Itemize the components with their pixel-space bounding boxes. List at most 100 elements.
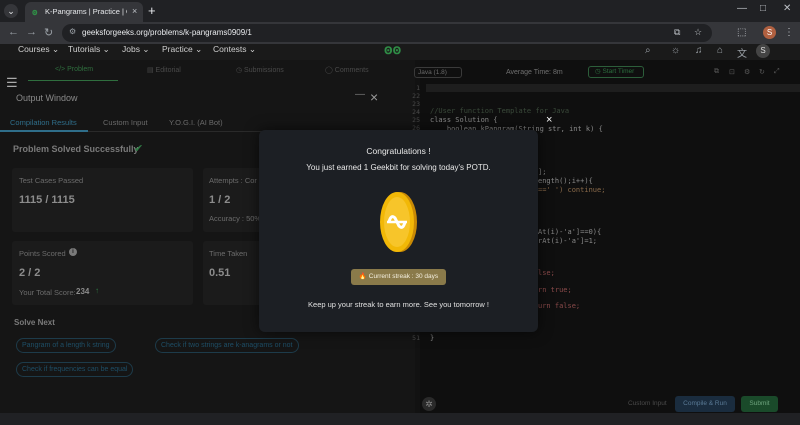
points-label: Points Scored	[19, 249, 66, 258]
tab-search-button[interactable]: ⌄	[4, 4, 18, 18]
language-icon[interactable]: 文	[737, 45, 747, 60]
average-time: Average Time: 8m	[506, 69, 563, 76]
notification-bell-icon[interactable]: ♫	[695, 45, 703, 56]
tab-problem[interactable]: </> Problem	[55, 66, 93, 73]
tab-title: K-Pangrams | Practice | GeeksforGeeks	[45, 7, 127, 16]
nav-practice[interactable]: Practice ⌄	[162, 44, 202, 54]
bookmark-star-icon[interactable]: ☆	[694, 27, 702, 38]
nav-contests[interactable]: Contests ⌄	[213, 44, 256, 54]
line-number: 24	[412, 108, 420, 116]
test-cases-card: Test Cases Passed 1115 / 1115	[12, 168, 193, 232]
browser-profile-avatar[interactable]: S	[763, 26, 776, 39]
tab-submissions[interactable]: ◷ Submissions	[236, 66, 284, 74]
close-icon[interactable]: ×	[370, 89, 378, 105]
nav-jobs[interactable]: Jobs ⌄	[122, 44, 149, 54]
solve-next-title: Solve Next	[14, 318, 55, 327]
solve-next-chip[interactable]: Check if frequencies can be equal	[16, 362, 134, 377]
output-window-header: Output Window — ×	[0, 88, 395, 108]
output-window-title: Output Window	[16, 93, 78, 103]
line-number: 1	[416, 84, 420, 92]
attempts-card: Attempts : Cor 1 / 2 Accuracy : 50%	[203, 168, 263, 232]
nav-tutorials[interactable]: Tutorials ⌄	[68, 44, 110, 54]
custom-input-button[interactable]: Custom Input	[628, 400, 667, 407]
line-number: 22	[412, 92, 420, 100]
modal-message: You just earned 1 Geekbit for solving to…	[306, 163, 491, 172]
line-number: 51	[412, 334, 420, 342]
code-fragment: rAt(i)-'a']=1;	[538, 237, 598, 245]
install-app-icon[interactable]: ⧉	[674, 27, 680, 38]
new-tab-button[interactable]: +	[148, 3, 156, 18]
modal-close-icon[interactable]: ×	[546, 114, 552, 126]
points-card: Points Scored i 2 / 2 Your Total Score: …	[12, 241, 193, 305]
attempts-value: 1 / 2	[209, 194, 231, 206]
line-number: 25	[412, 116, 420, 124]
code-fragment: }	[430, 334, 435, 342]
code-line: class Solution {	[430, 116, 498, 124]
compile-run-button[interactable]: Compile & Run	[675, 396, 735, 412]
editor-settings-gear-icon[interactable]: ✲	[422, 397, 436, 411]
modal-title: Congratulations !	[366, 146, 431, 156]
arrow-up-icon: ↑	[95, 286, 99, 295]
window-maximize-button[interactable]: □	[760, 3, 766, 14]
current-line-highlight	[426, 84, 800, 92]
browser-tab-strip: ⌄ ꙩ K-Pangrams | Practice | GeeksforGeek…	[0, 0, 800, 22]
active-result-tab-underline	[0, 130, 88, 132]
code-fragment: lse;	[538, 269, 555, 277]
code-fragment: At(i)-'a']==0){	[538, 228, 602, 236]
tab-compilation-results[interactable]: Compilation Results	[10, 118, 77, 127]
solve-next-chip[interactable]: Check if two strings are k-anagrams or n…	[155, 338, 299, 353]
reload-icon[interactable]: ↻	[44, 26, 53, 39]
check-circle-icon: ✔	[134, 143, 144, 155]
test-cases-value: 1115 / 1115	[19, 194, 75, 206]
theme-toggle-icon[interactable]: ☼	[671, 45, 680, 56]
tab-close-icon[interactable]: ×	[132, 6, 137, 16]
points-value: 2 / 2	[19, 267, 41, 279]
bottom-bar	[0, 413, 800, 425]
submit-button[interactable]: Submit	[741, 396, 778, 412]
active-tab-underline	[28, 80, 118, 81]
start-timer-button[interactable]: ◷ Start Timer	[588, 66, 644, 78]
search-icon[interactable]: ⌕	[645, 45, 651, 56]
back-arrow-icon[interactable]: ←	[8, 26, 19, 38]
extensions-icon[interactable]: ⬚	[737, 27, 746, 38]
reset-icon[interactable]: ↻	[759, 68, 765, 76]
user-avatar[interactable]: S	[756, 44, 770, 58]
language-select[interactable]: Java (1.8)	[414, 67, 462, 78]
congratulations-modal: Congratulations ! You just earned 1 Geek…	[259, 130, 538, 332]
gfg-favicon-icon: ꙩ	[32, 7, 38, 17]
window-minimize-button[interactable]: —	[737, 3, 747, 14]
solve-next-chip[interactable]: Pangram of a length k string	[16, 338, 116, 353]
status-message: Problem Solved Successfully	[13, 144, 139, 154]
browser-tab-active[interactable]: ꙩ K-Pangrams | Practice | GeeksforGeeks …	[25, 2, 143, 22]
copy-icon[interactable]: ⧉	[714, 68, 719, 76]
chrome-menu-icon[interactable]: ⋮	[784, 27, 794, 38]
tab-custom-input[interactable]: Custom Input	[103, 118, 148, 127]
code-fragment: ==' ') continue;	[538, 186, 606, 194]
total-score-value: 234	[76, 287, 90, 296]
settings-icon[interactable]: ⚙	[744, 68, 750, 76]
geekbit-coin-icon	[380, 192, 417, 252]
messages-icon[interactable]: ⌂	[717, 45, 723, 56]
fullscreen-icon[interactable]: ⤢	[774, 68, 780, 76]
tab-comments[interactable]: ◯ Comments	[325, 66, 369, 74]
attempts-label: Attempts : Cor	[209, 176, 257, 185]
url-text[interactable]: geeksforgeeks.org/problems/k-pangrams090…	[82, 28, 252, 37]
streak-badge: 🔥 Current streak : 30 days	[351, 269, 446, 285]
total-score-label: Your Total Score:	[19, 288, 76, 297]
info-icon[interactable]: i	[69, 248, 77, 256]
site-info-icon[interactable]: ⚙	[69, 27, 76, 36]
accuracy-label: Accuracy : 50%	[209, 214, 262, 223]
address-bar[interactable]: ⚙ geeksforgeeks.org/problems/k-pangrams0…	[62, 24, 712, 42]
code-fragment: ];	[538, 168, 547, 176]
minimize-icon[interactable]: —	[355, 89, 365, 100]
tab-yogi-ai-bot[interactable]: Y.O.G.I. (AI Bot)	[169, 118, 223, 127]
expand-icon[interactable]: ⊡	[729, 68, 735, 76]
forward-arrow-icon[interactable]: →	[26, 26, 37, 38]
code-fragment: rn true;	[538, 286, 572, 294]
gfg-logo[interactable]: ꙩꙩ	[384, 41, 401, 58]
tab-editorial[interactable]: ▤ Editorial	[147, 66, 181, 74]
time-taken-card: Time Taken 0.51	[203, 241, 263, 305]
test-cases-label: Test Cases Passed	[19, 176, 84, 185]
window-close-button[interactable]: ✕	[783, 3, 791, 14]
nav-courses[interactable]: Courses ⌄	[18, 44, 59, 54]
